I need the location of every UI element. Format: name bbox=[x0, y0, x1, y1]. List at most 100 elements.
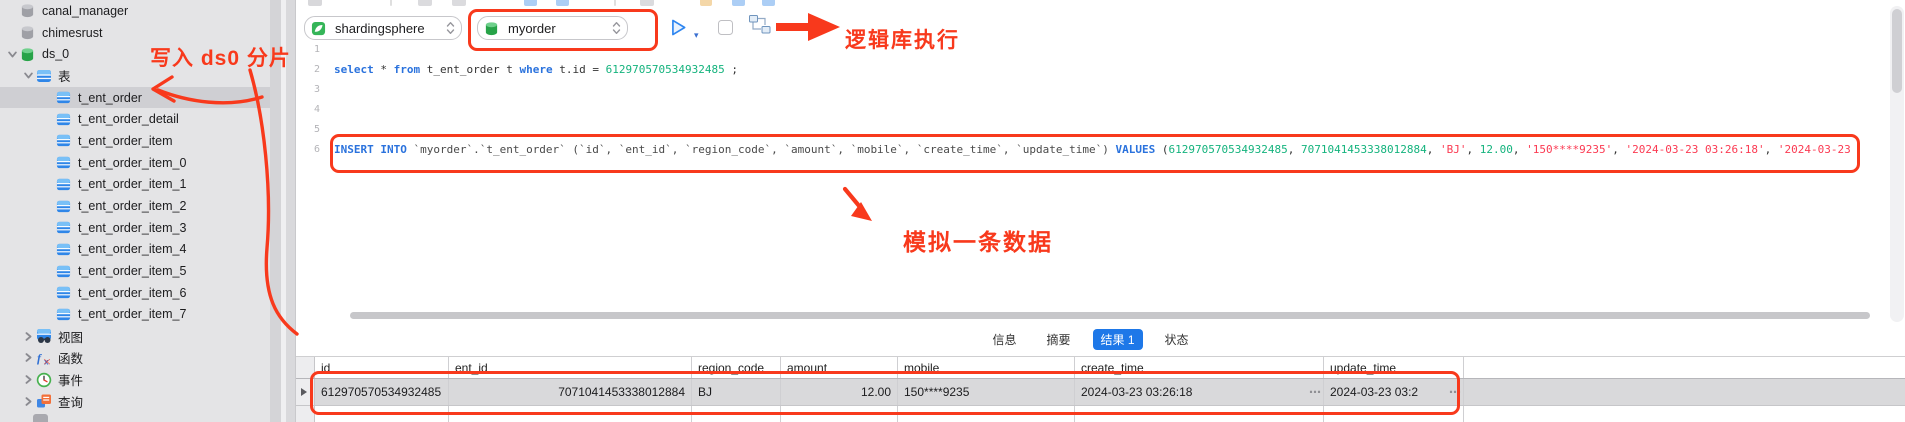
sidebar-item-t_ent_order[interactable]: t_ent_order bbox=[0, 87, 270, 109]
empty-cell[interactable] bbox=[898, 406, 1075, 422]
cell-amount[interactable]: 12.00 bbox=[781, 379, 898, 405]
vertical-scrollbar[interactable] bbox=[1890, 6, 1904, 322]
cell-overflow-icon[interactable]: ⋯ bbox=[1449, 385, 1460, 399]
clipped-toolbar-icon bbox=[524, 0, 537, 6]
tab-结果 1[interactable]: 结果 1 bbox=[1093, 329, 1143, 350]
sidebar-item-t_ent_order_item_2[interactable]: t_ent_order_item_2 bbox=[0, 195, 270, 217]
db-gray-icon bbox=[20, 3, 39, 18]
sidebar-item-t_ent_order_item_7[interactable]: t_ent_order_item_7 bbox=[0, 304, 270, 326]
cell-region_code[interactable]: BJ bbox=[692, 379, 781, 405]
cell-update_time[interactable]: 2024-03-23 03:2⋯ bbox=[1324, 379, 1464, 405]
column-header-region_code[interactable]: region_code bbox=[692, 357, 781, 378]
tab-信息[interactable]: 信息 bbox=[984, 329, 1024, 350]
sidebar-item-t_ent_order_item_4[interactable]: t_ent_order_item_4 bbox=[0, 239, 270, 261]
table-icon bbox=[56, 220, 75, 235]
horizontal-scrollbar[interactable] bbox=[350, 312, 1870, 319]
run-button[interactable] bbox=[668, 18, 688, 38]
current-row-marker-icon bbox=[301, 388, 307, 396]
sidebar-item-label: t_ent_order_item_6 bbox=[75, 286, 186, 300]
sidebar-item-ds_0[interactable]: ds_0 bbox=[0, 43, 270, 65]
sidebar: canal_managerchimesrustds_0表t_ent_ordert… bbox=[0, 0, 270, 422]
sidebar-item-t_ent_order_item_0[interactable]: t_ent_order_item_0 bbox=[0, 152, 270, 174]
view-icon bbox=[36, 328, 55, 344]
line-number: 4 bbox=[296, 100, 320, 120]
line-number: 6 bbox=[296, 140, 320, 160]
column-header-ent_id[interactable]: ent_id bbox=[449, 357, 692, 378]
result-tabs: 信息摘要结果 1 状态 bbox=[296, 329, 1885, 349]
db-gray-icon bbox=[20, 25, 39, 40]
empty-cell[interactable] bbox=[692, 406, 781, 422]
clipped-toolbar-icon bbox=[700, 0, 712, 6]
sidebar-item-函数[interactable]: fx函数 bbox=[0, 347, 270, 369]
cell-ent_id[interactable]: 7071041453338012884 bbox=[449, 379, 692, 405]
table-folder-icon bbox=[36, 68, 55, 84]
sidebar-item-label: canal_manager bbox=[39, 4, 128, 18]
query-icon bbox=[36, 393, 55, 409]
column-header-create_time[interactable]: create_time bbox=[1075, 357, 1324, 378]
tab-状态[interactable]: 状态 bbox=[1157, 329, 1197, 350]
cell-overflow-icon[interactable]: ⋯ bbox=[1309, 385, 1320, 399]
empty-cell[interactable] bbox=[315, 406, 449, 422]
svg-text:f: f bbox=[37, 351, 42, 365]
column-header-update_time[interactable]: update_time bbox=[1324, 357, 1464, 378]
results-table: ident_idregion_codeamountmobilecreate_ti… bbox=[296, 356, 1905, 422]
cell-mobile[interactable]: 150****9235 bbox=[898, 379, 1075, 405]
row-gutter bbox=[296, 379, 315, 405]
sidebar-item-label: t_ent_order_item_4 bbox=[75, 242, 186, 256]
sidebar-item-表[interactable]: 表 bbox=[0, 65, 270, 87]
database-select[interactable]: myorder bbox=[477, 16, 628, 40]
sidebar-item-label: 事件 bbox=[55, 370, 83, 389]
table-icon bbox=[56, 242, 75, 257]
execution-plan-icon[interactable] bbox=[748, 14, 772, 41]
column-header-amount[interactable]: amount bbox=[781, 357, 898, 378]
cell-id[interactable]: 612970570534932485 bbox=[315, 379, 449, 405]
connection-select-label: shardingsphere bbox=[330, 21, 446, 36]
sql-line-6[interactable]: INSERT INTO `myorder`.`t_ent_order` (`id… bbox=[334, 140, 1858, 160]
run-options-caret-icon[interactable]: ▾ bbox=[694, 30, 699, 41]
chevron-collapsed-icon[interactable] bbox=[20, 332, 36, 341]
column-header-mobile[interactable]: mobile bbox=[898, 357, 1075, 378]
sidebar-item-t_ent_order_item_6[interactable]: t_ent_order_item_6 bbox=[0, 282, 270, 304]
tab-摘要[interactable]: 摘要 bbox=[1038, 329, 1078, 350]
sidebar-item-事件[interactable]: 事件 bbox=[0, 369, 270, 391]
cell-value: 150****9235 bbox=[904, 385, 969, 399]
sidebar-item-label: 表 bbox=[55, 66, 71, 85]
sidebar-item-label: t_ent_order_item_1 bbox=[75, 177, 186, 191]
empty-cell[interactable] bbox=[1324, 406, 1464, 422]
sidebar-item-label: t_ent_order_item bbox=[75, 134, 173, 148]
line-number: 3 bbox=[296, 80, 320, 100]
sidebar-item-查询[interactable]: 查询 bbox=[0, 390, 270, 412]
chevron-collapsed-icon[interactable] bbox=[20, 375, 36, 384]
empty-cell[interactable] bbox=[449, 406, 692, 422]
sidebar-item-t_ent_order_detail[interactable]: t_ent_order_detail bbox=[0, 108, 270, 130]
chevron-collapsed-icon[interactable] bbox=[20, 353, 36, 362]
sidebar-item-t_ent_order_item_1[interactable]: t_ent_order_item_1 bbox=[0, 174, 270, 196]
line-number: 5 bbox=[296, 120, 320, 140]
chevron-collapsed-icon[interactable] bbox=[20, 397, 36, 406]
sidebar-item-t_ent_order_item_3[interactable]: t_ent_order_item_3 bbox=[0, 217, 270, 239]
cell-create_time[interactable]: 2024-03-23 03:26:18⋯ bbox=[1075, 379, 1324, 405]
cell-value: 7071041453338012884 bbox=[558, 385, 685, 399]
result-data-row[interactable]: 612970570534932485 7071041453338012884 BJ 1… bbox=[296, 379, 1905, 406]
empty-cell[interactable] bbox=[1075, 406, 1324, 422]
pane-splitter[interactable] bbox=[270, 0, 296, 422]
clipped-toolbar-icon bbox=[390, 0, 392, 6]
table-icon bbox=[56, 90, 75, 105]
sidebar-item-chimesrust[interactable]: chimesrust bbox=[0, 22, 270, 44]
vertical-scrollbar-thumb[interactable] bbox=[1892, 9, 1902, 93]
cell-value: 12.00 bbox=[861, 385, 891, 399]
toolbar-checkbox[interactable] bbox=[718, 20, 733, 35]
sidebar-item-t_ent_order_item_5[interactable]: t_ent_order_item_5 bbox=[0, 260, 270, 282]
column-header-id[interactable]: id bbox=[315, 357, 449, 378]
chevron-expanded-icon[interactable] bbox=[20, 71, 36, 80]
table-icon bbox=[56, 155, 75, 170]
cell-value: BJ bbox=[698, 385, 712, 399]
chevron-expanded-icon[interactable] bbox=[4, 50, 20, 59]
empty-cell[interactable] bbox=[781, 406, 898, 422]
sidebar-item-视图[interactable]: 视图 bbox=[0, 325, 270, 347]
connection-select[interactable]: shardingsphere bbox=[304, 16, 462, 40]
line-number: 1 bbox=[296, 40, 320, 60]
sql-line-2[interactable]: select * from t_ent_order t where t.id =… bbox=[334, 60, 1858, 80]
sidebar-item-t_ent_order_item[interactable]: t_ent_order_item bbox=[0, 130, 270, 152]
sidebar-item-canal_manager[interactable]: canal_manager bbox=[0, 0, 270, 22]
